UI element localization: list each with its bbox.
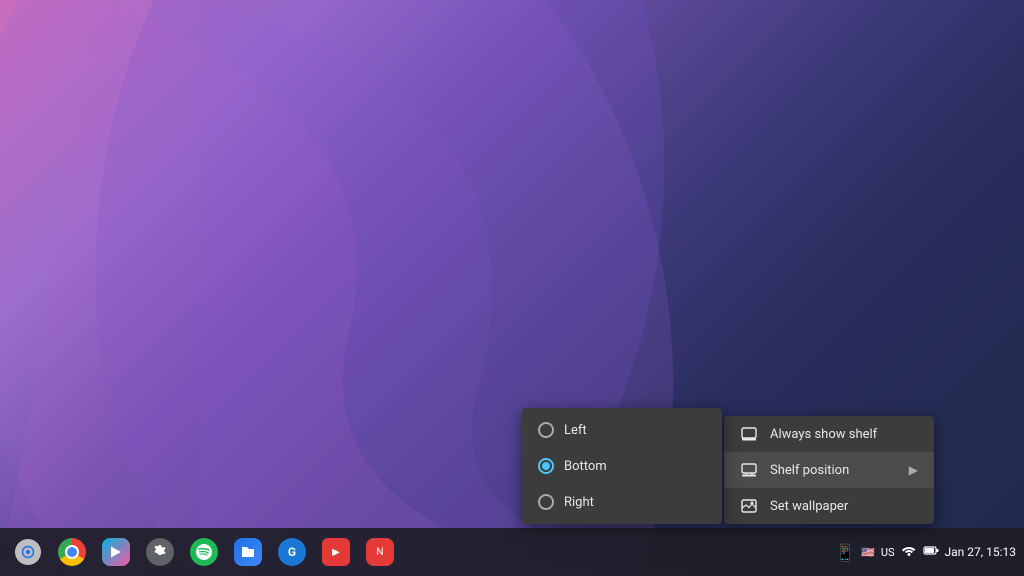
spotify-icon bbox=[190, 538, 218, 566]
shelf-position-submenu: Left Bottom Right bbox=[522, 408, 722, 524]
launcher-button[interactable] bbox=[8, 532, 48, 572]
generic-icon-3: N bbox=[366, 538, 394, 566]
phone-icon: 📱 bbox=[835, 543, 855, 562]
shelf: G ▶ N 📱 🇺🇸 US bbox=[0, 528, 1024, 576]
submenu-item-left[interactable]: Left bbox=[522, 412, 722, 448]
app-chrome[interactable] bbox=[52, 532, 92, 572]
play-store-icon bbox=[102, 538, 130, 566]
generic-icon-2: ▶ bbox=[322, 538, 350, 566]
app-settings[interactable] bbox=[140, 532, 180, 572]
files-icon bbox=[234, 538, 262, 566]
always-show-shelf-icon bbox=[740, 425, 758, 443]
radio-bottom bbox=[538, 458, 554, 474]
shelf-position-label: Shelf position bbox=[770, 463, 849, 478]
submenu-item-right[interactable]: Right bbox=[522, 484, 722, 520]
chrome-icon bbox=[58, 538, 86, 566]
menu-item-always-show-shelf[interactable]: Always show shelf bbox=[724, 416, 934, 452]
radio-right bbox=[538, 494, 554, 510]
radio-left bbox=[538, 422, 554, 438]
network-flag: 🇺🇸 bbox=[861, 546, 875, 559]
menu-item-set-wallpaper[interactable]: Set wallpaper bbox=[724, 488, 934, 524]
system-tray[interactable]: 📱 🇺🇸 US Jan 27, 15:13 bbox=[835, 542, 1016, 562]
launcher-circle bbox=[15, 539, 41, 565]
app-play-store[interactable] bbox=[96, 532, 136, 572]
app-generic-3[interactable]: N bbox=[360, 532, 400, 572]
generic-icon-1: G bbox=[278, 538, 306, 566]
app-files[interactable] bbox=[228, 532, 268, 572]
menu-item-shelf-position[interactable]: Shelf position ▶ bbox=[724, 452, 934, 488]
radio-bottom-fill bbox=[542, 462, 550, 470]
set-wallpaper-icon bbox=[740, 497, 758, 515]
clock[interactable]: Jan 27, 15:13 bbox=[945, 545, 1016, 559]
chevron-right-icon: ▶ bbox=[909, 463, 918, 477]
submenu-item-bottom[interactable]: Bottom bbox=[522, 448, 722, 484]
flag-text: US bbox=[881, 546, 895, 559]
context-menu: Always show shelf Shelf position ▶ Set w… bbox=[724, 416, 934, 524]
shelf-apps: G ▶ N bbox=[8, 532, 400, 572]
wifi-icon bbox=[901, 542, 917, 562]
shelf-position-icon bbox=[740, 461, 758, 479]
settings-icon bbox=[146, 538, 174, 566]
submenu-label-bottom: Bottom bbox=[564, 459, 607, 474]
submenu-label-left: Left bbox=[564, 423, 587, 438]
submenu-label-right: Right bbox=[564, 495, 594, 510]
always-show-shelf-label: Always show shelf bbox=[770, 427, 877, 442]
app-generic-2[interactable]: ▶ bbox=[316, 532, 356, 572]
app-spotify[interactable] bbox=[184, 532, 224, 572]
set-wallpaper-label: Set wallpaper bbox=[770, 499, 848, 514]
app-generic-1[interactable]: G bbox=[272, 532, 312, 572]
battery-icon bbox=[923, 542, 939, 562]
